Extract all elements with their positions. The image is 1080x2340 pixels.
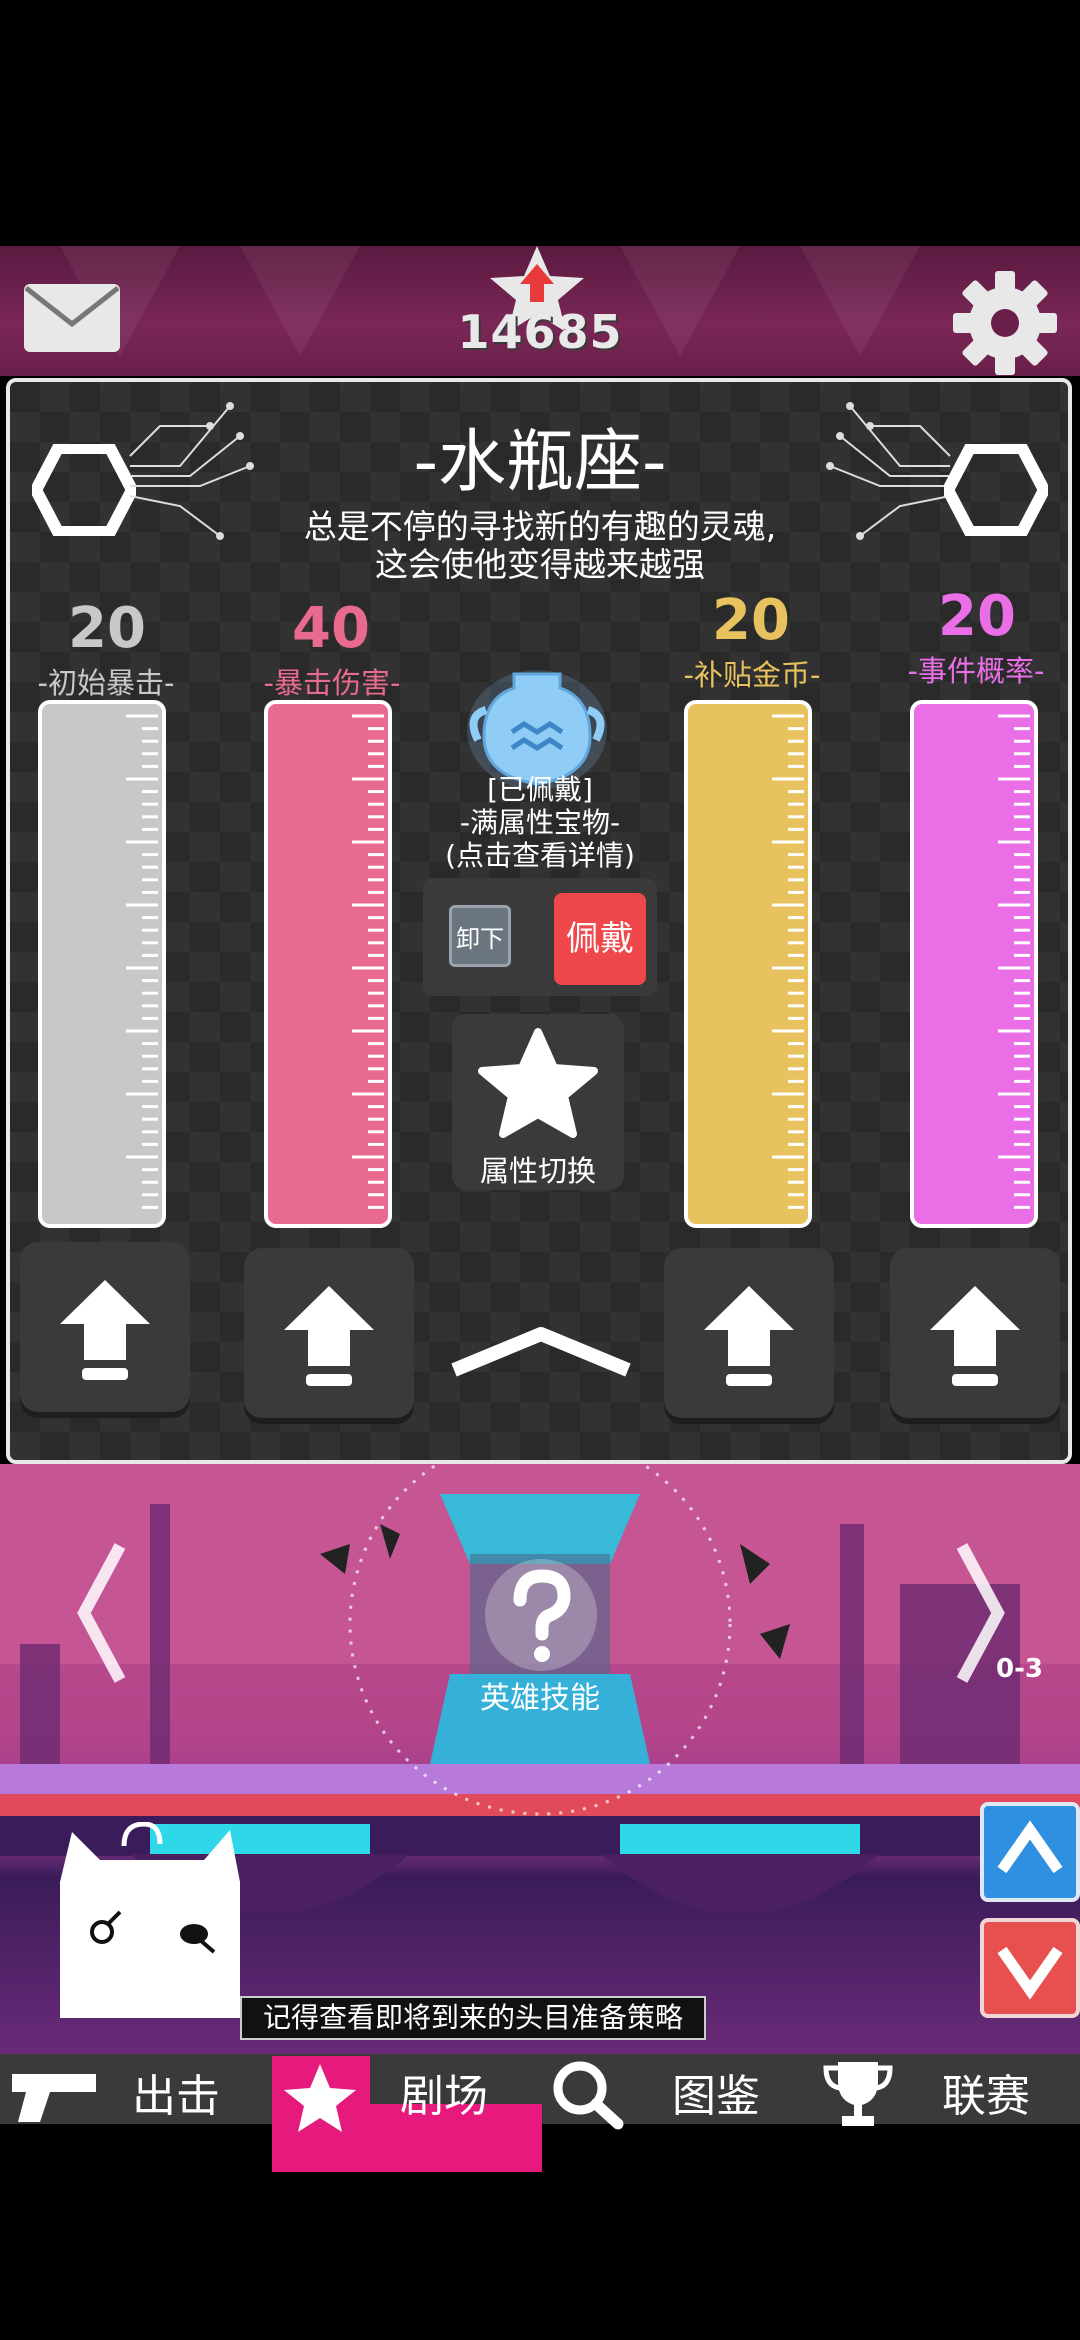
gear-icon[interactable]: [950, 268, 1060, 378]
stage-code: 0-3: [996, 1654, 1043, 1684]
nav-item-codex[interactable]: 图鉴: [542, 2061, 812, 2130]
magnifier-icon: [553, 2061, 624, 2130]
collapse-chevron-icon[interactable]: [446, 1322, 636, 1380]
description-line: 这会使他变得越来越强: [375, 545, 705, 584]
down-triangle-icon: [997, 1946, 1063, 2000]
star-icon: [284, 2064, 356, 2132]
stat-label-event-chance: -事件概率-: [907, 654, 1045, 688]
constellation-title: -水瓶座-: [413, 423, 667, 502]
hexagon-icon: [944, 444, 1048, 536]
up-arrow-icon: [284, 1286, 374, 1386]
nav-label: 出击: [132, 2071, 220, 2122]
stat-label-crit-damage: -暴击伤害-: [263, 666, 401, 700]
cat-mascot-icon[interactable]: [54, 1822, 244, 2022]
stat-gauge-bonus-gold: [684, 700, 812, 1228]
mail-icon[interactable]: [22, 282, 122, 354]
treasure-name: -满属性宝物-: [459, 806, 621, 839]
up-triangle-icon: [997, 1820, 1063, 1874]
stat-value-event-chance: 20: [938, 584, 1016, 649]
stat-gauge-crit-damage: [264, 700, 392, 1228]
nav-label: 联赛: [942, 2071, 1030, 2122]
aquarius-vase-icon[interactable]: [462, 660, 612, 790]
scroll-down-button[interactable]: [980, 1918, 1080, 2018]
ruler-ticks: [126, 714, 158, 1209]
upgrade-event-chance-button[interactable]: [890, 1248, 1060, 1418]
description-line: 总是不停的寻找新的有趣的灵魂,: [303, 507, 777, 546]
previous-stage-arrow-icon[interactable]: [70, 1538, 130, 1688]
star-icon: [478, 1028, 598, 1138]
unequip-button[interactable]: 卸下: [449, 905, 511, 967]
nav-item-theater[interactable]: 剧场: [272, 2064, 542, 2132]
score-value: 14685: [457, 305, 623, 359]
up-arrow-icon: [704, 1286, 794, 1386]
attribute-switch-label: 属性切换: [479, 1154, 596, 1188]
stat-value-crit-damage: 40: [292, 596, 370, 661]
stat-label-bonus-gold: -补贴金币-: [683, 658, 821, 692]
stat-gauge-crit-rate: [38, 700, 166, 1228]
upgrade-crit-damage-button[interactable]: [244, 1248, 414, 1418]
pistol-icon: [12, 2074, 96, 2122]
nav-label: 剧场: [400, 2071, 488, 2122]
upgrade-crit-rate-button[interactable]: [20, 1242, 190, 1412]
treasure-status: [已佩戴]: [487, 773, 593, 806]
tip-banner: 记得查看即将到来的头目准备策略: [240, 1996, 706, 2040]
ruler-ticks: [998, 714, 1030, 1209]
ruler-ticks: [772, 714, 804, 1209]
treasure-info[interactable]: [已佩戴] -满属性宝物- (点击查看详情): [420, 773, 660, 872]
up-arrow-icon: [930, 1286, 1020, 1386]
nav-label: 图鉴: [672, 2071, 760, 2122]
stat-label-crit-rate: -初始暴击-: [37, 666, 175, 700]
upgrade-bonus-gold-button[interactable]: [664, 1248, 834, 1418]
stat-value-crit-rate: 20: [68, 596, 146, 661]
question-mark-icon[interactable]: [482, 1556, 600, 1674]
scroll-up-button[interactable]: [980, 1802, 1080, 1902]
ruler-ticks: [352, 714, 384, 1209]
nav-item-sortie[interactable]: 出击: [0, 2064, 270, 2124]
trophy-icon: [823, 2062, 893, 2126]
up-arrow-icon: [60, 1280, 150, 1380]
treasure-hint: (点击查看详情): [445, 839, 635, 872]
constellation-description: 总是不停的寻找新的有趣的灵魂, 这会使他变得越来越强: [200, 508, 880, 584]
hero-skill-label: 英雄技能: [480, 1681, 600, 1716]
stat-gauge-event-chance: [910, 700, 1038, 1228]
equip-button[interactable]: 佩戴: [554, 893, 646, 985]
nav-item-league[interactable]: 联赛: [812, 2062, 1080, 2126]
stat-value-bonus-gold: 20: [712, 588, 790, 653]
